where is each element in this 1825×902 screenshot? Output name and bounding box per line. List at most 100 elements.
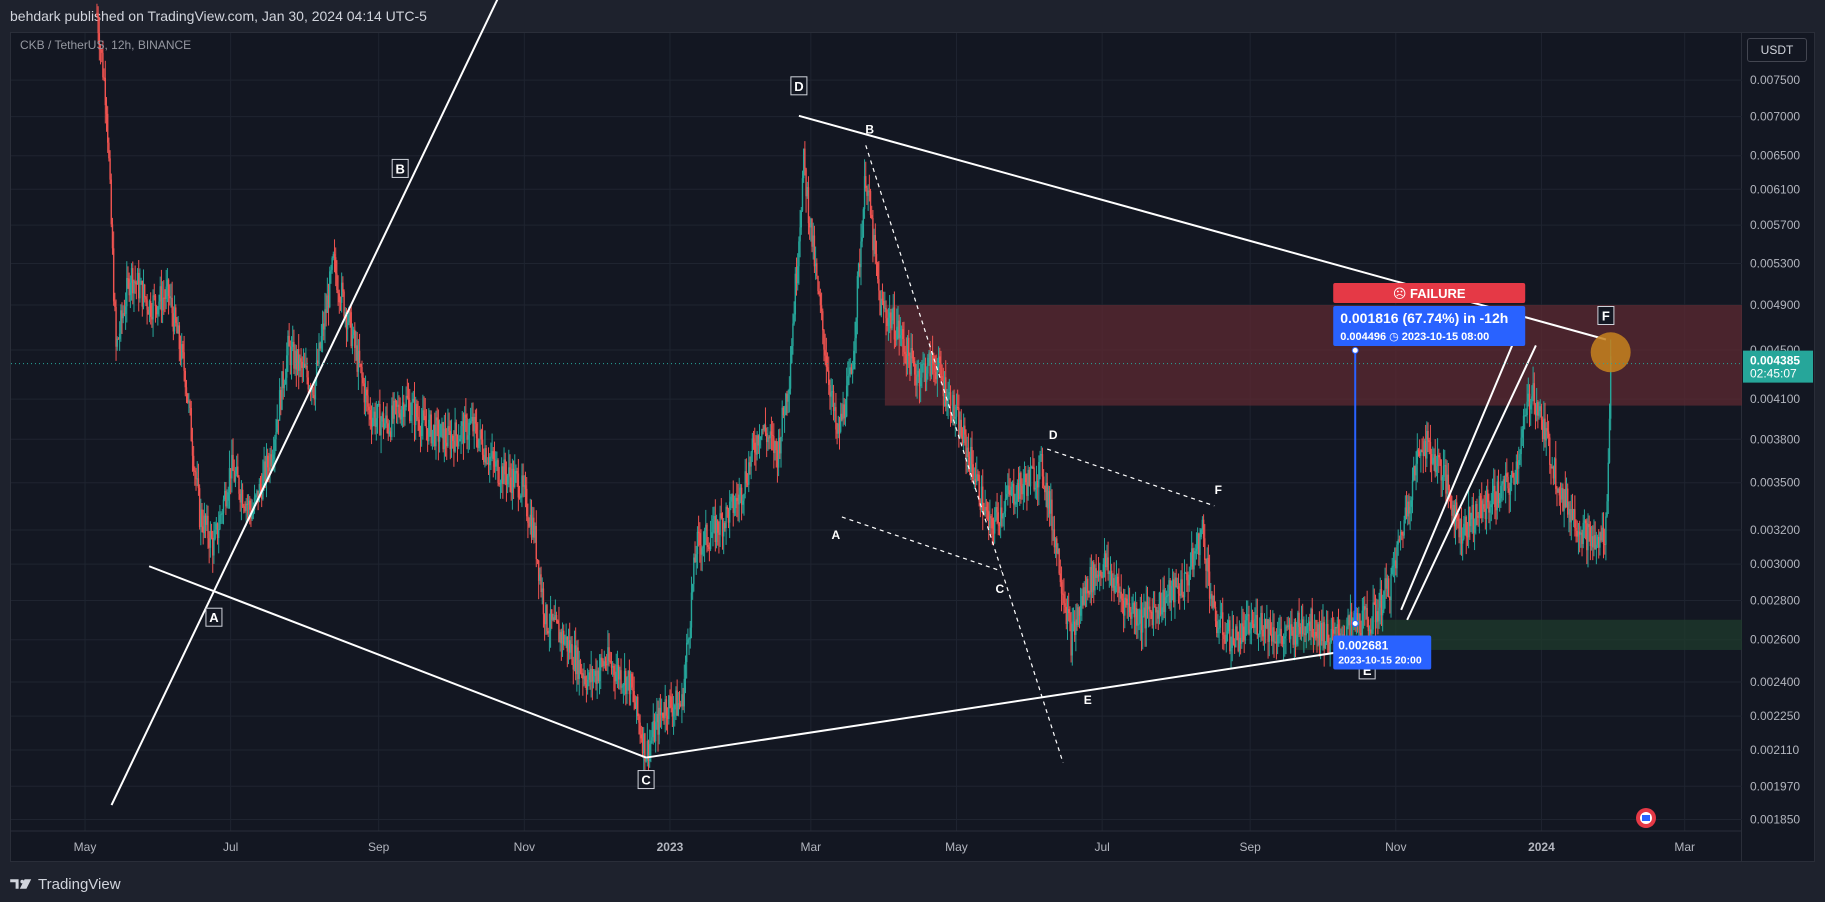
candle-body (885, 307, 887, 319)
candle-body (1450, 494, 1452, 508)
candle-body (1509, 482, 1512, 495)
candle-body (266, 455, 269, 468)
candle-body (551, 609, 553, 620)
candle-body (1322, 622, 1324, 642)
candle-body (1569, 509, 1571, 523)
candle-body (369, 410, 372, 420)
candle-body (876, 262, 879, 280)
dashed-line-b-e (865, 145, 1064, 764)
candle-body (777, 437, 780, 468)
candle-body (725, 506, 727, 529)
candle-body (939, 356, 941, 364)
candle-body (1272, 627, 1274, 642)
candle-body (1577, 531, 1580, 537)
candle-body (807, 187, 810, 224)
candle-body (627, 671, 629, 678)
candle-body (874, 234, 877, 254)
candle-body (420, 422, 423, 437)
candle-body (1513, 477, 1515, 485)
candle-body (653, 720, 656, 742)
candle-body (802, 148, 805, 179)
candle-body (1537, 402, 1539, 416)
candle-body (227, 492, 229, 501)
candle-body (114, 301, 116, 307)
candle-body (693, 557, 695, 585)
candle-body (609, 660, 611, 662)
candle-body (1531, 396, 1533, 405)
candle-body (1532, 383, 1534, 397)
candle-body (1415, 463, 1417, 476)
candle-body (379, 404, 381, 436)
candle-body (899, 334, 902, 339)
candle-body (893, 307, 896, 340)
candle-body (638, 716, 640, 723)
candle-body (246, 503, 249, 505)
candle-body (1028, 469, 1031, 487)
candle-body (1551, 466, 1553, 469)
candle-body (118, 333, 121, 339)
candle-body (1274, 641, 1276, 643)
candle-body (1194, 551, 1196, 554)
candle-body (1013, 483, 1015, 505)
candlestick-chart[interactable]: ABCDEFABCDEF ☹ FAILURE0.001816 (67.74%) … (0, 0, 1825, 902)
candle-body (985, 506, 988, 511)
candle-body (590, 668, 592, 683)
candle-body (703, 530, 706, 545)
candle-body (851, 368, 854, 374)
candle-body (240, 489, 243, 503)
candle-body (1264, 619, 1267, 629)
candle-body (247, 500, 250, 505)
candle-body (417, 416, 419, 420)
candle-body (631, 673, 633, 688)
candle-body (818, 291, 820, 295)
candle-body (340, 282, 343, 303)
candle-body (1236, 626, 1238, 632)
candle-body (1088, 593, 1090, 595)
candle-body (639, 722, 641, 735)
candle-body (503, 459, 505, 485)
candle-body (1300, 619, 1303, 634)
candle-body (1522, 415, 1525, 430)
candle-body (629, 673, 632, 695)
candle-body (397, 404, 399, 407)
candle-body (750, 452, 752, 467)
candle-body (709, 537, 712, 550)
candle-body (300, 358, 302, 362)
candle-body (466, 417, 468, 440)
candle-body (665, 699, 668, 716)
currency-button[interactable]: USDT (1747, 38, 1807, 62)
x-axis: May Jul Sep Nov 2023 Mar May Jul Sep Nov 2024 Mar (11, 830, 1742, 854)
y-tick-label: 0.001850 (1750, 812, 1800, 826)
candle-body (1084, 587, 1087, 594)
candle-body (1578, 531, 1581, 535)
candle-body (1453, 504, 1455, 527)
candle-body (775, 441, 777, 451)
y-tick-label: 0.004100 (1750, 392, 1800, 406)
candle-body (671, 707, 674, 717)
candle-body (511, 468, 514, 494)
candle-body (370, 419, 373, 427)
candle-body (1051, 499, 1053, 531)
candle-body (181, 344, 183, 360)
candle-body (141, 280, 144, 307)
minor-wave-label-A: A (832, 528, 841, 542)
candle-body (779, 437, 781, 454)
y-tick-label: 0.001970 (1750, 779, 1800, 793)
candle-body (1318, 624, 1321, 645)
candle-body (675, 690, 677, 706)
candle-body (764, 424, 767, 434)
candle-body (1364, 606, 1366, 610)
candle-body (1259, 630, 1261, 635)
candle-body (912, 358, 915, 362)
candle-body (528, 522, 530, 527)
candle-body (1525, 415, 1527, 417)
candle-body (256, 490, 258, 496)
candle-body (1030, 466, 1033, 469)
candle-body (1502, 479, 1504, 484)
candle-body (1564, 489, 1567, 508)
candle-body (473, 416, 475, 432)
candle-body (1045, 482, 1047, 493)
candle-body (1068, 609, 1070, 614)
candle-body (522, 475, 524, 487)
candle-body (1432, 457, 1434, 464)
